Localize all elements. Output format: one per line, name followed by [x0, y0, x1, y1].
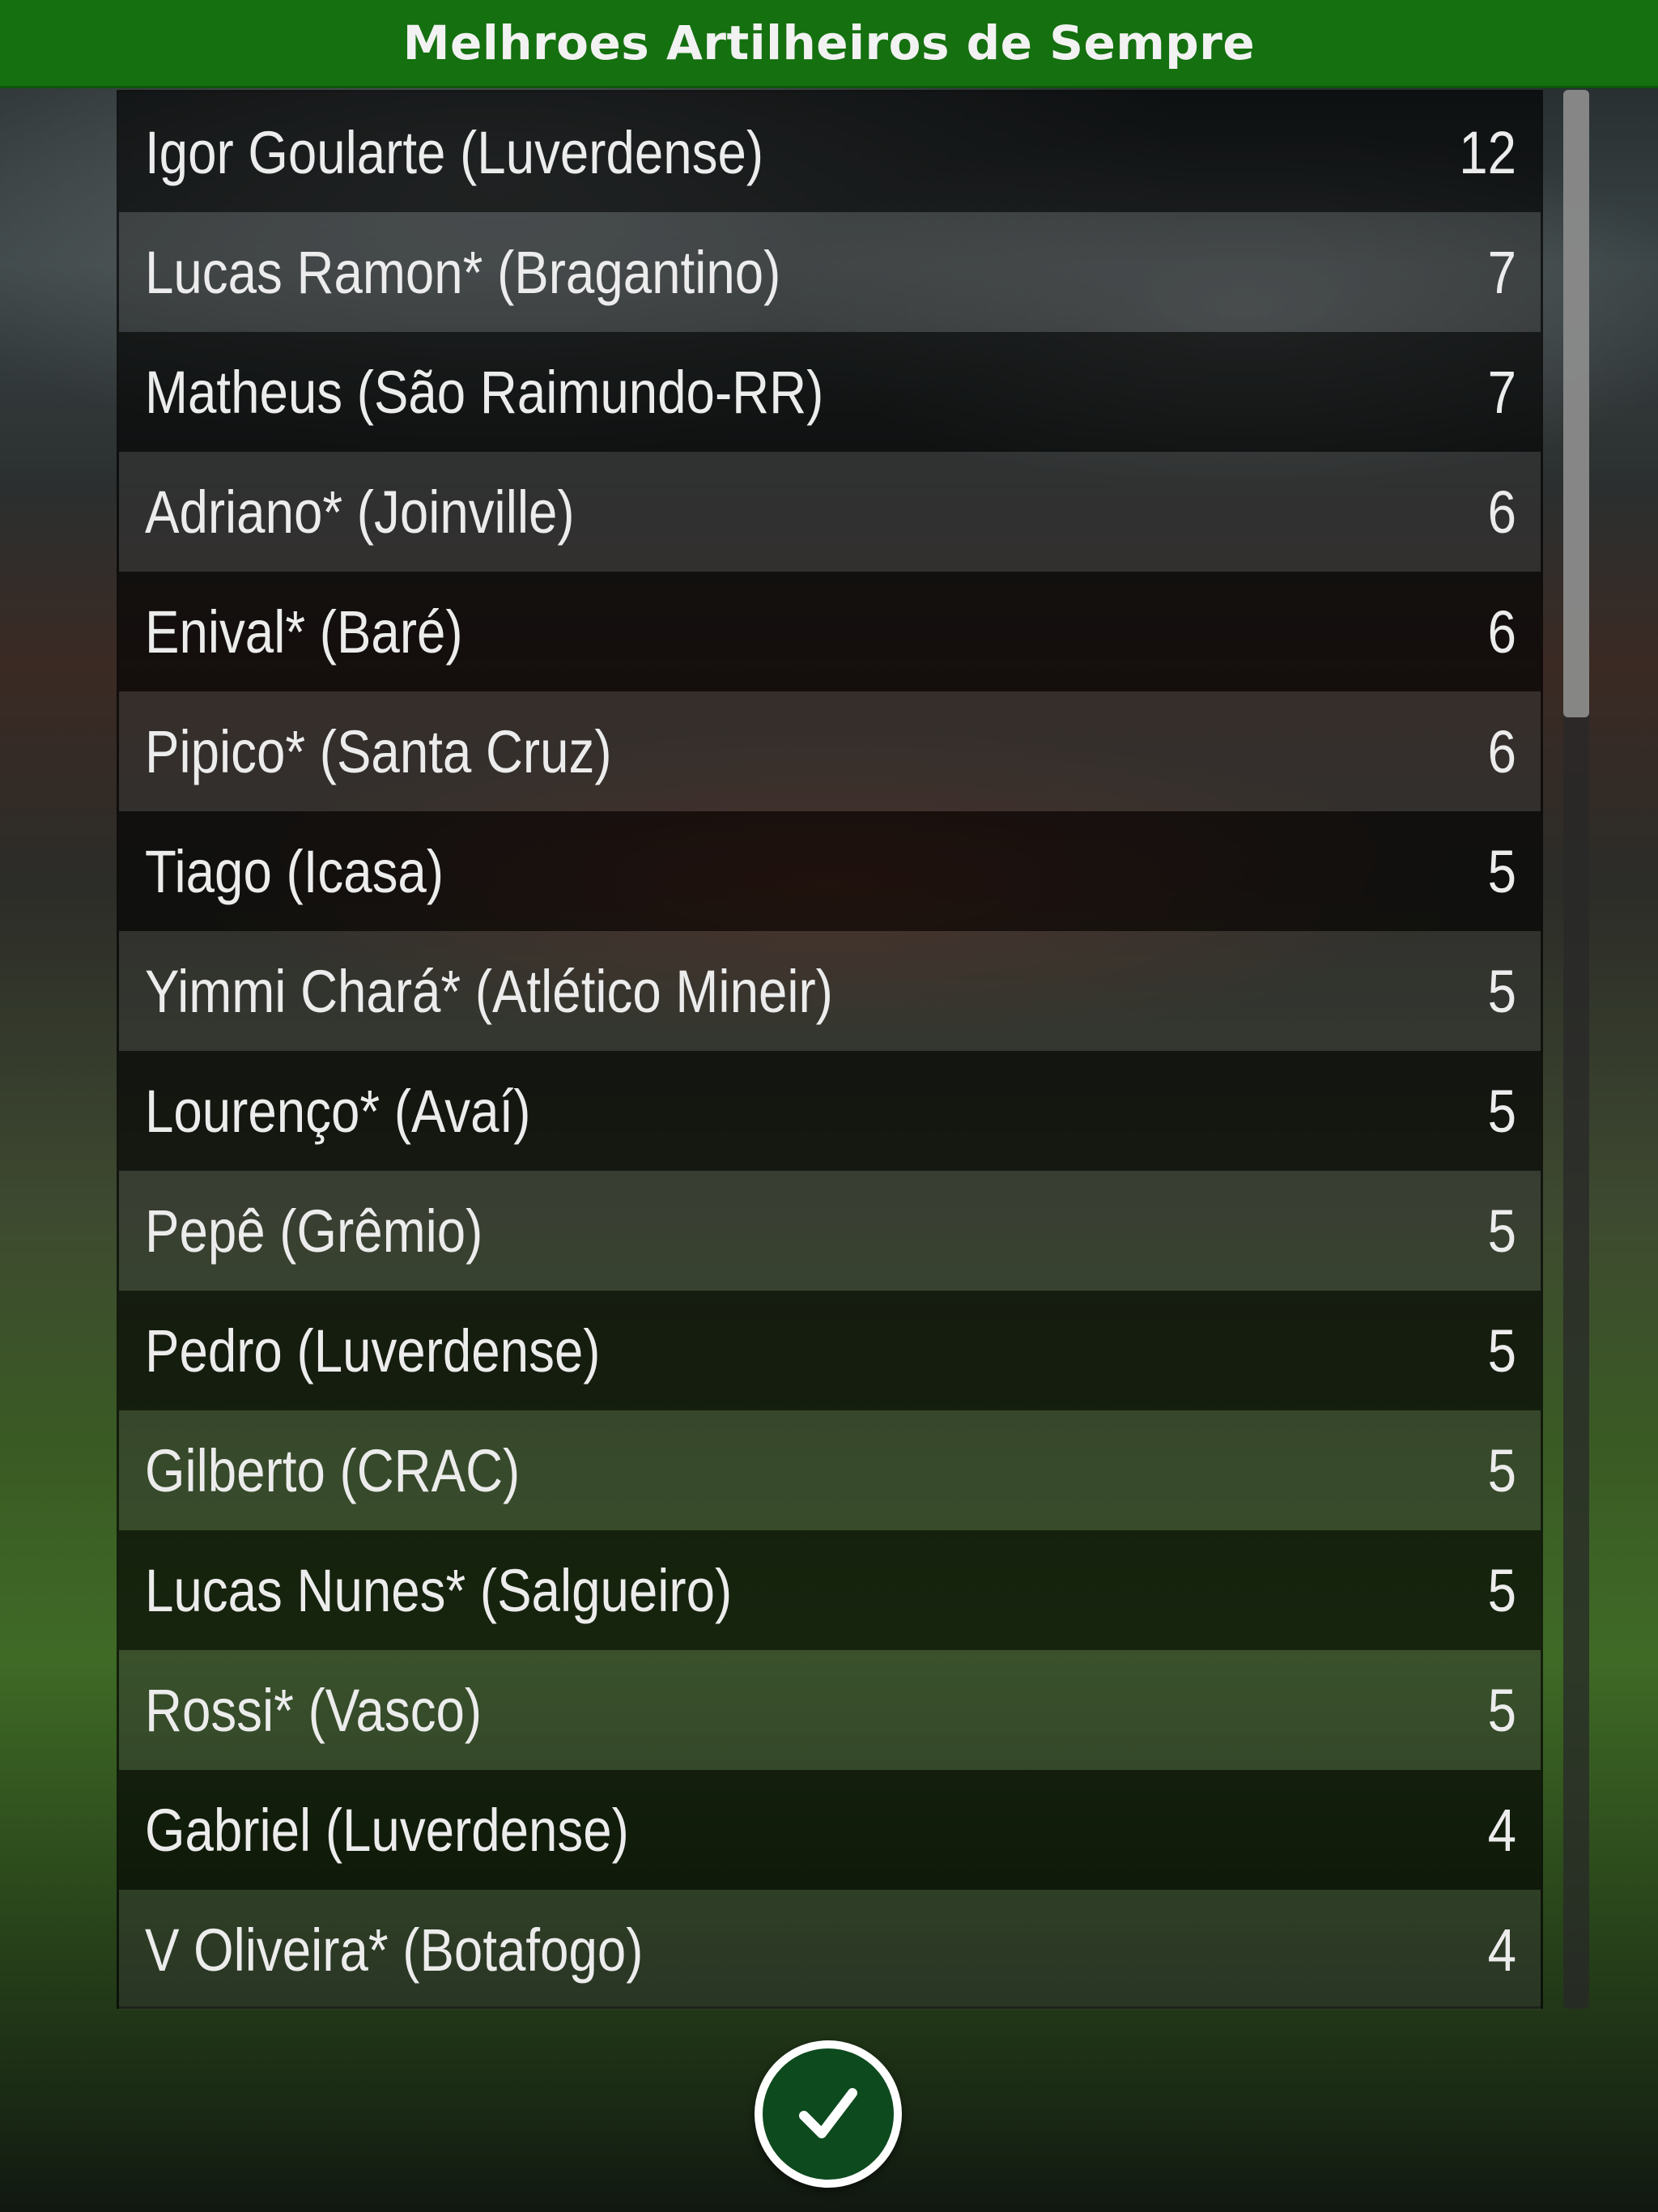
scorer-row[interactable]: Pedro (Luverdense) 5: [119, 1291, 1541, 1410]
goal-count: 7: [1487, 358, 1516, 426]
player-name: Igor Goularte (Luverdense): [145, 118, 764, 186]
scorer-row[interactable]: Pepê (Grêmio) 5: [119, 1171, 1541, 1291]
confirm-button[interactable]: [755, 2040, 902, 2188]
goal-count: 6: [1487, 598, 1516, 666]
player-name: Tiago (Icasa): [145, 837, 444, 905]
goal-count: 5: [1487, 1556, 1516, 1624]
scrollbar[interactable]: [1563, 90, 1589, 2009]
scorer-row[interactable]: Igor Goularte (Luverdense) 12: [119, 92, 1541, 212]
player-name: Matheus (São Raimundo-RR): [145, 358, 824, 426]
goal-count: 5: [1487, 1077, 1516, 1145]
goal-count: 5: [1487, 1197, 1516, 1265]
player-name: Gilberto (CRAC): [145, 1436, 521, 1504]
goal-count: 4: [1487, 1916, 1516, 1984]
goal-count: 5: [1487, 1436, 1516, 1504]
player-name: Gabriel (Luverdense): [145, 1796, 629, 1864]
goal-count: 6: [1487, 717, 1516, 785]
scorer-row[interactable]: Lucas Nunes* (Salgueiro) 5: [119, 1530, 1541, 1650]
scorer-row[interactable]: Adriano* (Joinville) 6: [119, 452, 1541, 572]
scorer-row[interactable]: Yimmi Chará* (Atlético Mineir) 5: [119, 931, 1541, 1051]
player-name: V Oliveira* (Botafogo): [145, 1916, 644, 1984]
checkmark-icon: [799, 2088, 857, 2138]
scrollbar-thumb[interactable]: [1563, 90, 1589, 717]
goal-count: 6: [1487, 478, 1516, 546]
goal-count: 12: [1459, 118, 1516, 186]
player-name: Lucas Nunes* (Salgueiro): [145, 1556, 733, 1624]
goal-count: 5: [1487, 1317, 1516, 1385]
goal-count: 5: [1487, 957, 1516, 1025]
title-bar: Melhroes Artilheiros de Sempre: [0, 0, 1658, 88]
scorer-row[interactable]: Lucas Ramon* (Bragantino) 7: [119, 212, 1541, 332]
goal-count: 5: [1487, 1676, 1516, 1744]
player-name: Enival* (Baré): [145, 598, 463, 666]
top-scorers-list[interactable]: Igor Goularte (Luverdense) 12 Lucas Ramo…: [117, 90, 1543, 2010]
scorer-row[interactable]: Rossi* (Vasco) 5: [119, 1650, 1541, 1770]
scorer-row[interactable]: Gilberto (CRAC) 5: [119, 1410, 1541, 1530]
player-name: Pepê (Grêmio): [145, 1197, 483, 1265]
player-name: Lourenço* (Avaí): [145, 1077, 531, 1145]
scorer-row[interactable]: Lourenço* (Avaí) 5: [119, 1051, 1541, 1171]
goal-count: 7: [1487, 238, 1516, 306]
player-name: Adriano* (Joinville): [145, 478, 575, 546]
scorer-row[interactable]: V Oliveira* (Botafogo) 4: [119, 1890, 1541, 2010]
player-name: Lucas Ramon* (Bragantino): [145, 238, 781, 306]
goal-count: 5: [1487, 837, 1516, 905]
scorer-row[interactable]: Matheus (São Raimundo-RR) 7: [119, 332, 1541, 452]
player-name: Yimmi Chará* (Atlético Mineir): [145, 957, 833, 1025]
player-name: Pedro (Luverdense): [145, 1317, 601, 1385]
goal-count: 4: [1487, 1796, 1516, 1864]
player-name: Pipico* (Santa Cruz): [145, 717, 612, 785]
scorer-row[interactable]: Enival* (Baré) 6: [119, 572, 1541, 691]
player-name: Rossi* (Vasco): [145, 1676, 483, 1744]
scorer-row[interactable]: Pipico* (Santa Cruz) 6: [119, 691, 1541, 811]
page-title: Melhroes Artilheiros de Sempre: [402, 15, 1256, 70]
scorer-row[interactable]: Gabriel (Luverdense) 4: [119, 1770, 1541, 1890]
scorer-row[interactable]: Tiago (Icasa) 5: [119, 811, 1541, 931]
